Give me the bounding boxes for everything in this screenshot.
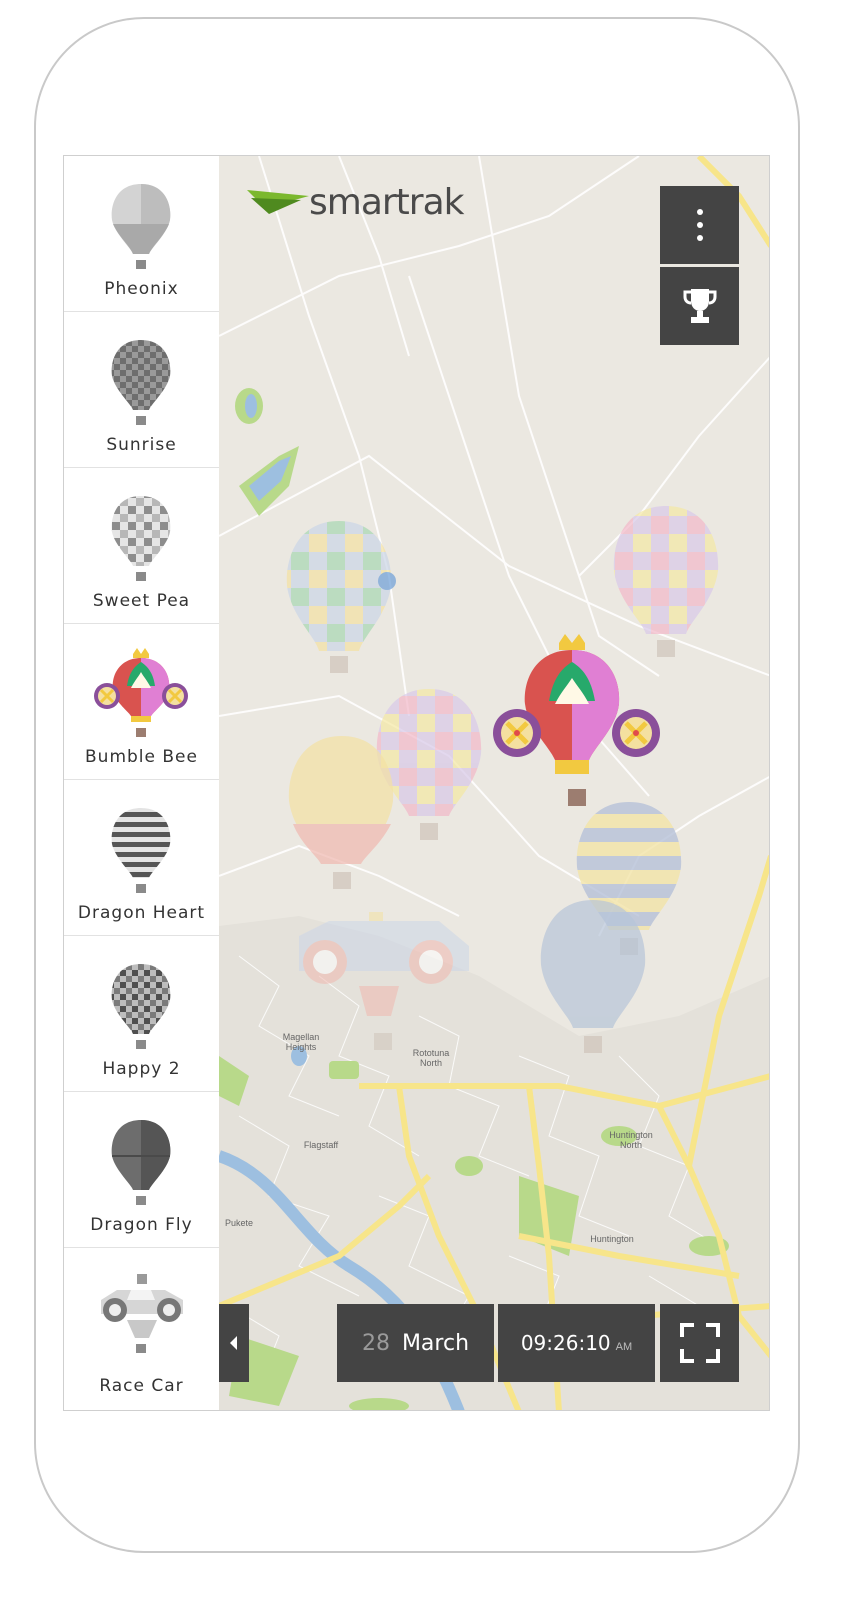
date-day: 28 [361,1330,390,1356]
sidebar-item-label: Dragon Fly [90,1215,193,1235]
time-value: 09:26:10 [520,1331,611,1355]
sidebar-item-race-car[interactable]: Race Car [64,1248,219,1410]
sidebar-item-sunrise[interactable]: Sunrise [64,312,219,468]
sidebar-item-label: Pheonix [104,279,179,299]
sidebar-item-sweet-pea[interactable]: Sweet Pea [64,468,219,624]
logo-swoosh-icon [247,190,309,214]
map-balloon-marker [286,521,396,673]
sidebar-item-pheonix[interactable]: Pheonix [64,156,219,312]
time-display[interactable]: 09:26:10 AM [498,1304,655,1382]
time-period: AM [615,1341,633,1353]
logo-text: smartrak [309,182,465,223]
date-month: March [401,1330,470,1356]
leaderboard-button[interactable] [660,267,739,345]
balloon-icon [111,496,171,581]
sidebar-item-label: Race Car [99,1376,184,1396]
balloon-icon [111,964,171,1049]
sidebar-item-dragon-fly[interactable]: Dragon Fly [64,1092,219,1248]
balloon-icon [111,808,171,893]
balloon-icon [111,340,171,425]
caret-left-icon [230,1336,237,1350]
map-balloon-marker [288,736,394,889]
map-label-rototuna: Rototuna North [412,1048,450,1068]
carriage-balloon-icon [94,648,188,737]
balloon-icon [111,184,171,269]
trophy-icon [683,289,716,323]
race-car-balloon-icon [101,1274,183,1353]
sidebar-item-label: Sunrise [106,435,177,455]
map-label-pukete: Pukete [224,1218,254,1228]
sidebar-item-dragon-heart[interactable]: Dragon Heart [64,780,219,936]
sidebar-item-label: Bumble Bee [85,747,198,767]
vertical-dots-icon [696,209,703,241]
sidebar-item-happy-2[interactable]: Happy 2 [64,936,219,1092]
balloon-sidebar: Pheonix Sunrise Sweet Pea Bumble Bee Dra… [64,156,219,1410]
map-label-flagstaff: Flagstaff [303,1140,339,1150]
app-screen: Pheonix Sunrise Sweet Pea Bumble Bee Dra… [63,155,770,1411]
sidebar-item-label: Sweet Pea [92,591,191,611]
map-balloon-marker [376,689,482,840]
map-balloon-marker [613,506,719,657]
menu-button[interactable] [660,186,739,264]
smartrak-logo: smartrak [247,182,527,226]
date-display[interactable]: 28 March [337,1304,494,1382]
collapse-sidebar-button[interactable] [219,1304,249,1382]
map-balloon-marker-selected [493,634,660,806]
sidebar-item-label: Happy 2 [102,1059,181,1079]
sidebar-item-label: Dragon Heart [77,903,206,923]
map-label-huntington-north: Huntington North [609,1130,653,1150]
fullscreen-icon [679,1323,720,1363]
map-label-magellan: Magellan Heights [282,1032,320,1052]
map-balloon-marker [299,912,469,1050]
sidebar-item-bumble-bee[interactable]: Bumble Bee [64,624,219,780]
map-balloon-marker [540,900,646,1053]
map-label-huntington: Huntington [590,1234,634,1244]
fullscreen-button[interactable] [660,1304,739,1382]
balloon-icon [111,1120,171,1205]
